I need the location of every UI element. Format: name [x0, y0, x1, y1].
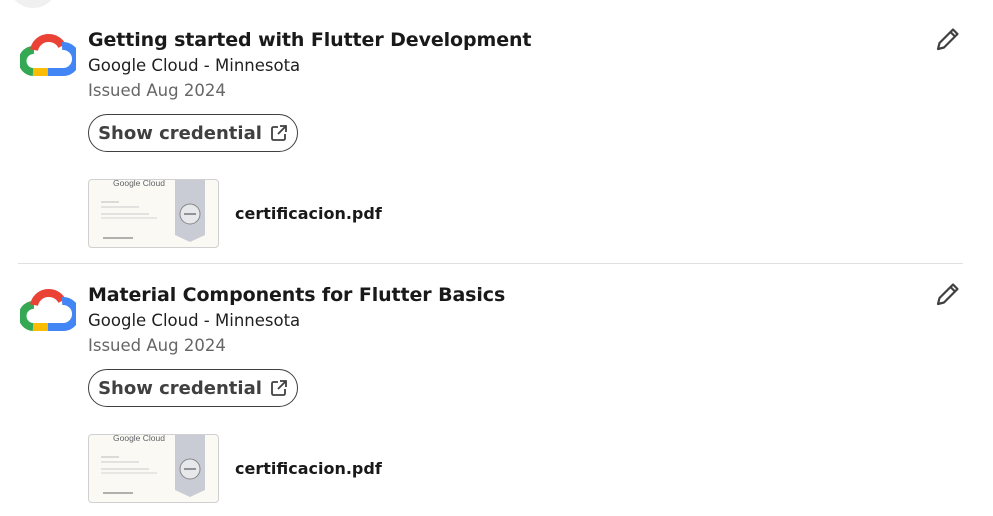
external-link-icon — [270, 125, 287, 141]
certification-info: Getting started with Flutter Development… — [88, 28, 532, 103]
item-divider — [18, 263, 963, 264]
media-thumbnail: Google Cloud — [88, 179, 219, 248]
pencil-icon[interactable] — [933, 24, 963, 54]
certification-issue-date: Issued Aug 2024 — [88, 81, 226, 100]
show-credential-label: Show credential — [98, 122, 262, 144]
google-cloud-logo-icon — [20, 288, 76, 331]
thumbnail-seal-icon — [175, 180, 205, 242]
certification-media[interactable]: Google Cloud certificacion.pdf — [88, 434, 382, 503]
certification-info: Material Components for Flutter Basics G… — [88, 283, 505, 358]
show-credential-label: Show credential — [98, 377, 262, 399]
certification-issuer: Google Cloud - Minnesota — [88, 56, 301, 75]
external-link-icon — [270, 380, 287, 396]
media-file-name: certificacion.pdf — [235, 459, 382, 478]
certification-title: Getting started with Flutter Development — [88, 29, 532, 51]
media-file-name: certificacion.pdf — [235, 204, 382, 223]
certification-item: Getting started with Flutter Development… — [0, 0, 993, 255]
show-credential-button[interactable]: Show credential — [88, 114, 298, 152]
media-thumbnail: Google Cloud — [88, 434, 219, 503]
certification-issuer: Google Cloud - Minnesota — [88, 311, 301, 330]
certification-issue-date: Issued Aug 2024 — [88, 336, 226, 355]
certification-item: Material Components for Flutter Basics G… — [0, 255, 993, 510]
certification-title: Material Components for Flutter Basics — [88, 284, 506, 306]
show-credential-button[interactable]: Show credential — [88, 369, 298, 407]
certification-media[interactable]: Google Cloud certificacion.pdf — [88, 179, 382, 248]
thumbnail-seal-icon — [175, 435, 205, 497]
google-cloud-logo-icon — [20, 33, 76, 76]
pencil-icon[interactable] — [933, 279, 963, 309]
